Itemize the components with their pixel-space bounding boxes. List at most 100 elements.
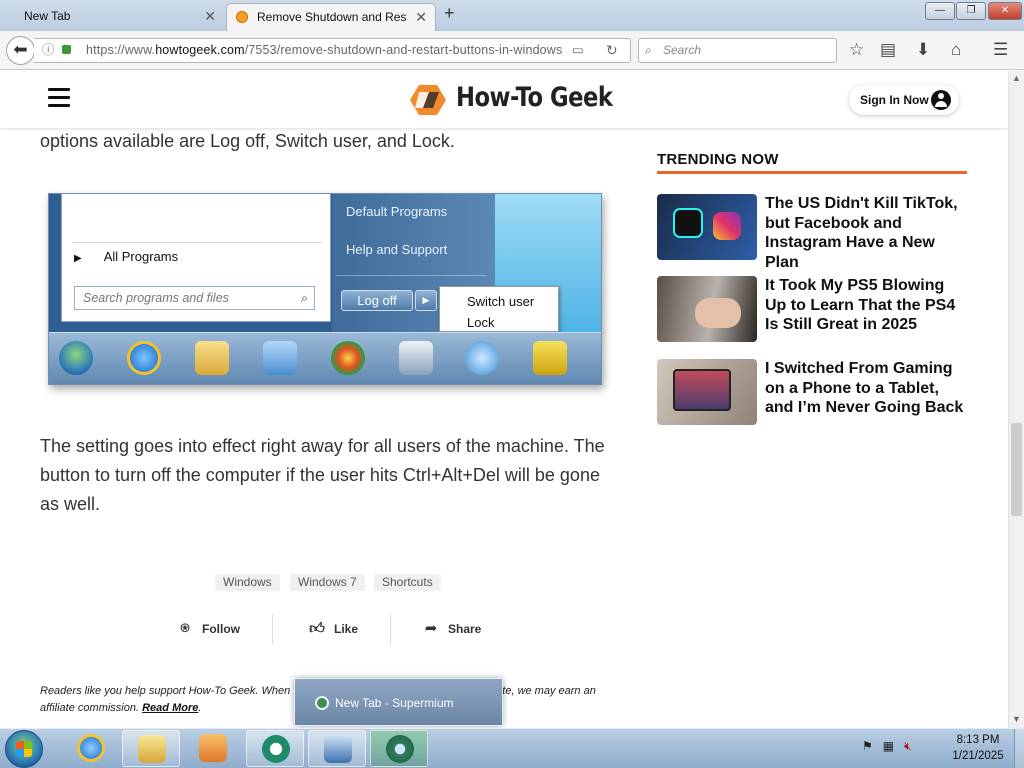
windows-taskbar: ⚑ ▦ 🔇︎ 8:13 PM 1/21/2025 — [0, 728, 1024, 768]
action-center-flag-icon[interactable]: ⚑ — [862, 739, 873, 753]
search-placeholder: Search — [663, 43, 702, 57]
switch-user-item: Switch user — [467, 294, 535, 309]
help-support-link: Help and Support — [346, 242, 448, 257]
close-tab-icon[interactable]: ✕ — [204, 3, 216, 29]
close-window-button[interactable]: ✕ — [988, 2, 1022, 20]
start-menu-left-pane: ▶ All Programs Search programs and files … — [61, 194, 331, 322]
close-tab-icon[interactable]: ✕ — [415, 4, 427, 30]
howtogeek-logo-icon[interactable] — [409, 83, 447, 117]
trending-title-link[interactable]: It Took My PS5 Blowing Up to Learn That … — [765, 276, 970, 335]
share-button[interactable]: ➦ Share — [422, 614, 482, 644]
arrow-right-icon: ▶ — [415, 290, 437, 311]
taskbar-clock[interactable]: 8:13 PM 1/21/2025 — [938, 732, 1018, 764]
volume-muted-icon[interactable]: 🔇︎ — [904, 739, 912, 753]
trending-item[interactable]: I Switched From Gaming on a Phone to a T… — [657, 359, 967, 427]
logoff-button-image: Log off — [341, 290, 413, 311]
popup-label: New Tab - Supermium — [335, 696, 454, 710]
media-player-icon — [199, 734, 227, 762]
taskbar-computer[interactable] — [308, 730, 366, 767]
article-actions: ⍟ Follow 👍︎ Like ➦ Share — [176, 614, 506, 644]
scrollbar-thumb[interactable] — [1011, 423, 1022, 516]
figure-taskbar — [49, 332, 601, 384]
url-text: https://www.howtogeek.com/7553/remove-sh… — [86, 43, 563, 57]
start-search-field: Search programs and files ⌕ — [74, 286, 315, 310]
article-paragraph: The setting goes into effect right away … — [40, 436, 605, 514]
read-more-link[interactable]: Read More — [142, 702, 198, 714]
share-arrow-icon: ➦ — [424, 620, 438, 637]
windows-orb-icon — [331, 341, 365, 375]
follow-button[interactable]: ⍟ Follow — [176, 614, 240, 644]
clock-time: 8:13 PM — [956, 734, 1000, 746]
play-triangle-icon: ▶ — [74, 253, 82, 264]
bookmark-star-icon[interactable]: ☆ — [849, 40, 864, 60]
lock-item: Lock — [467, 315, 495, 330]
like-button[interactable]: 👍︎ Like — [308, 614, 358, 644]
taskbar-supermium[interactable] — [370, 730, 428, 767]
tag-shortcuts[interactable]: Shortcuts — [374, 574, 441, 591]
site-menu-icon[interactable] — [48, 88, 70, 108]
clock-date: 1/21/2025 — [952, 750, 1004, 762]
start-orb-icon — [59, 341, 93, 375]
default-programs-link: Default Programs — [346, 204, 448, 219]
taskbar-media-player[interactable] — [184, 730, 242, 767]
trending-title-link[interactable]: The US Didn't Kill TikTok, but Facebook … — [765, 194, 970, 272]
lock-icon[interactable] — [62, 45, 71, 54]
tab-label: New Tab — [24, 9, 71, 23]
system-tray: ⚑ ▦ 🔇︎ — [862, 739, 912, 754]
sign-in-button[interactable]: Sign In Now — [849, 85, 959, 115]
start-button[interactable] — [5, 730, 43, 768]
tag-windows[interactable]: Windows — [215, 574, 280, 591]
new-tab-plus-icon[interactable]: + — [444, 3, 455, 24]
supermium-icon — [386, 735, 414, 763]
trending-title-link[interactable]: I Switched From Gaming on a Phone to a T… — [765, 359, 970, 418]
back-button[interactable]: ⬅ — [6, 36, 35, 65]
windows-update-icon — [263, 341, 297, 375]
green-app-icon — [262, 735, 290, 763]
article-paragraph: options available are Log off, Switch us… — [40, 131, 455, 151]
menu-icon[interactable]: ☰ — [993, 40, 1008, 60]
tiktok-instagram-thumbnail[interactable] — [657, 194, 757, 260]
home-icon[interactable]: ⌂ — [951, 40, 961, 60]
network-icon[interactable]: ▦ — [883, 739, 894, 753]
scroll-down-arrow-icon[interactable]: ▼ — [1012, 714, 1021, 724]
all-programs-item: ▶ All Programs — [74, 249, 179, 264]
bookmark-star-icon: ⍟ — [180, 620, 190, 637]
thumbs-up-icon: 👍︎ — [309, 620, 325, 637]
tablet-thumbnail[interactable] — [657, 359, 757, 425]
search-icon: ⌕ — [645, 43, 652, 57]
tab-new-tab[interactable]: New Tab ✕ — [0, 3, 222, 31]
search-input[interactable]: ⌕ Search — [638, 38, 837, 63]
reading-list-icon[interactable]: ▤ — [880, 40, 896, 60]
reload-icon[interactable]: ↻ — [606, 39, 618, 62]
page-scrollbar[interactable]: ▲ ▼ — [1008, 71, 1024, 728]
trending-underline — [657, 171, 967, 174]
windows-flag-icon — [16, 741, 32, 757]
taskbar-app-green[interactable] — [246, 730, 304, 767]
download-icon[interactable]: ⬇ — [916, 40, 930, 60]
info-icon[interactable]: ⓘ — [42, 39, 55, 62]
ps4-thumbnail[interactable] — [657, 276, 757, 342]
tab-strip: New Tab ✕ Remove Shutdown and Rest ✕ + —… — [0, 0, 1024, 31]
tab-active[interactable]: Remove Shutdown and Rest ✕ — [226, 3, 436, 31]
howtogeek-favicon-icon — [236, 11, 248, 23]
scroll-up-arrow-icon[interactable]: ▲ — [1012, 73, 1021, 83]
taskbar-explorer[interactable] — [122, 730, 180, 767]
computer-icon — [324, 735, 352, 763]
taskbar-internet-explorer[interactable] — [62, 730, 120, 767]
magnifier-icon: ⌕ — [300, 291, 308, 305]
reader-view-icon[interactable]: ▭ — [572, 39, 584, 62]
site-logo-text[interactable]: How-To Geek — [456, 82, 613, 113]
taskbar-thumbnail-popup[interactable]: New Tab - Supermium — [294, 678, 503, 726]
minimize-button[interactable]: — — [925, 2, 955, 20]
trending-item[interactable]: It Took My PS5 Blowing Up to Learn That … — [657, 276, 967, 344]
tag-windows-7[interactable]: Windows 7 — [290, 574, 365, 591]
web-page: How-To Geek Sign In Now options availabl… — [0, 71, 1008, 728]
address-bar[interactable]: ⓘ https://www.howtogeek.com/7553/remove-… — [34, 38, 631, 63]
internet-explorer-icon — [77, 734, 105, 762]
show-desktop-button[interactable] — [1014, 729, 1024, 768]
trending-item[interactable]: The US Didn't Kill TikTok, but Facebook … — [657, 194, 967, 271]
maximize-button[interactable]: ❐ — [956, 2, 986, 20]
supermium-icon — [315, 696, 329, 710]
folder-icon — [138, 735, 166, 763]
sign-in-label: Sign In Now — [860, 93, 929, 107]
